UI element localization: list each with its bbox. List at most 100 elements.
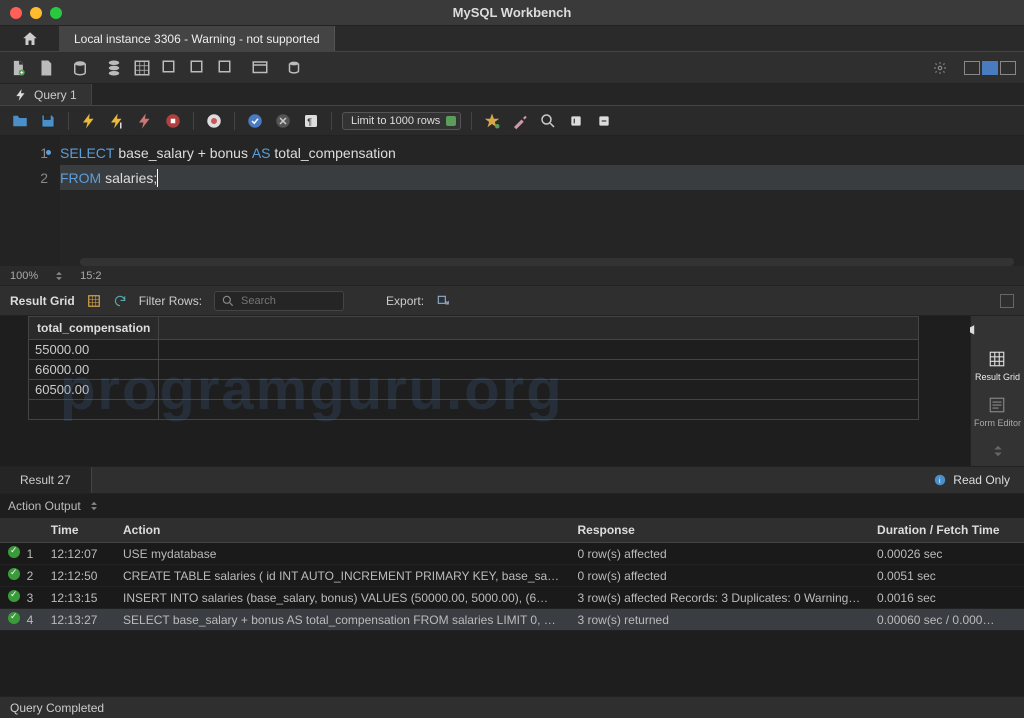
query-tab-label: Query 1 xyxy=(34,88,77,102)
result-toolbar-right-box[interactable] xyxy=(1000,294,1014,308)
save-icon xyxy=(39,112,57,130)
result-grid-icon[interactable] xyxy=(87,294,101,308)
find-button[interactable] xyxy=(510,111,530,131)
open-file-button[interactable] xyxy=(10,111,30,131)
filter-search-box[interactable] xyxy=(214,291,344,311)
status-bar: Query Completed xyxy=(0,696,1024,718)
action-row[interactable]: 1 12:12:07 USE mydatabase 0 row(s) affec… xyxy=(0,543,1024,565)
action-col-duration[interactable]: Duration / Fetch Time xyxy=(869,518,1024,543)
export-button[interactable] xyxy=(132,58,152,78)
toggle-autocommit-button[interactable] xyxy=(204,111,224,131)
grid-icon xyxy=(133,59,151,77)
search-icon xyxy=(539,112,557,130)
editor-gutter: 1 2 xyxy=(0,136,60,266)
open-sql-file-button[interactable] xyxy=(36,58,56,78)
layout-secondary-button[interactable] xyxy=(1000,61,1016,75)
toggle-panel1-button[interactable] xyxy=(566,111,586,131)
users-button[interactable] xyxy=(104,58,124,78)
action-row[interactable]: 4 12:13:27 SELECT base_salary + bonus AS… xyxy=(0,609,1024,631)
export-icon[interactable] xyxy=(436,294,450,308)
read-only-indicator: i Read Only xyxy=(933,473,1024,487)
query-tab[interactable]: Query 1 xyxy=(0,84,92,105)
panel-icon xyxy=(569,114,583,128)
commit-button[interactable] xyxy=(245,111,265,131)
zoom-window-button[interactable] xyxy=(50,7,62,19)
form-view-icon xyxy=(988,396,1006,414)
new-sql-tab-button[interactable] xyxy=(8,58,28,78)
action-row[interactable]: 2 12:12:50 CREATE TABLE salaries ( id IN… xyxy=(0,565,1024,587)
db-icon xyxy=(105,59,123,77)
zoom-updown-icon[interactable] xyxy=(52,269,66,283)
action-output-header: Action Output xyxy=(0,494,1024,518)
status-ok-icon xyxy=(8,612,20,624)
side-nav-button[interactable] xyxy=(989,442,1007,460)
execute-button[interactable] xyxy=(79,111,99,131)
stop-icon xyxy=(164,112,182,130)
result-column-header[interactable]: total_compensation xyxy=(29,317,159,340)
connection-tab[interactable]: Local instance 3306 - Warning - not supp… xyxy=(60,26,335,51)
minimize-window-button[interactable] xyxy=(30,7,42,19)
limit-rows-dropdown[interactable]: Limit to 1000 rows xyxy=(342,112,461,130)
query-tab-bar: Query 1 xyxy=(0,84,1024,106)
rollback-button[interactable] xyxy=(273,111,293,131)
panel2-icon xyxy=(597,114,611,128)
result-grid[interactable]: programguru.org total_compensation 55000… xyxy=(0,316,970,466)
settings-button[interactable] xyxy=(930,58,950,78)
refresh-icon[interactable] xyxy=(113,294,127,308)
result-tab[interactable]: Result 27 xyxy=(0,467,92,493)
stop-button[interactable] xyxy=(163,111,183,131)
action-col-status[interactable] xyxy=(0,518,43,543)
result-footer: Result 27 i Read Only xyxy=(0,466,1024,494)
status-ok-icon xyxy=(8,546,20,558)
side-form-editor-button[interactable]: Form Editor xyxy=(974,396,1021,428)
toggle-panel2-button[interactable] xyxy=(594,111,614,131)
toolbar-button-5[interactable] xyxy=(216,58,236,78)
toggle-invisible-button[interactable]: ¶ xyxy=(301,111,321,131)
table-row: 66000.00 xyxy=(29,360,919,380)
grid-view-icon xyxy=(988,350,1006,368)
editor-code[interactable]: SELECT base_salary + bonus AS total_comp… xyxy=(60,136,1024,266)
explain-button[interactable] xyxy=(135,111,155,131)
beautify-button[interactable] xyxy=(482,111,502,131)
home-tab[interactable] xyxy=(0,26,60,51)
export-label: Export: xyxy=(386,294,424,308)
server-logs-button[interactable] xyxy=(284,58,304,78)
data-import-button[interactable] xyxy=(160,58,180,78)
server-status-button[interactable] xyxy=(70,58,90,78)
cursor-position: 15:2 xyxy=(80,270,101,282)
action-row[interactable]: 3 12:13:15 INSERT INTO salaries (base_sa… xyxy=(0,587,1024,609)
chevron-updown-icon[interactable] xyxy=(87,499,101,513)
save-file-button[interactable] xyxy=(38,111,58,131)
zoom-level[interactable]: 100% xyxy=(10,270,38,282)
code-line-2: FROM salaries; xyxy=(60,165,1024,190)
action-col-action[interactable]: Action xyxy=(115,518,569,543)
search-button[interactable] xyxy=(538,111,558,131)
star-icon xyxy=(483,112,501,130)
filter-search-input[interactable] xyxy=(241,295,331,307)
data-export-button[interactable] xyxy=(188,58,208,78)
check-circle-icon xyxy=(246,112,264,130)
editor-scrollbar[interactable] xyxy=(80,258,1014,266)
sql-editor[interactable]: 1 2 SELECT base_salary + bonus AS total_… xyxy=(0,136,1024,266)
window-controls xyxy=(10,7,62,19)
layout-sidebar-button[interactable] xyxy=(964,61,980,75)
table-row: 60500.00 xyxy=(29,380,919,400)
status-ok-icon xyxy=(8,590,20,602)
side-result-grid-button[interactable]: Result Grid xyxy=(975,350,1020,382)
file-plus-icon xyxy=(9,59,27,77)
execute-current-button[interactable] xyxy=(107,111,127,131)
layout-output-button[interactable] xyxy=(982,61,998,75)
action-col-response[interactable]: Response xyxy=(570,518,870,543)
server-icon xyxy=(71,59,89,77)
editor-status-bar: 100% 15:2 xyxy=(0,266,1024,286)
gutter-line-1: 1 xyxy=(0,140,60,165)
table-row xyxy=(29,400,919,420)
commit-icon xyxy=(205,112,223,130)
action-output-label[interactable]: Action Output xyxy=(8,499,81,513)
dashboard-button[interactable] xyxy=(250,58,270,78)
action-col-time[interactable]: Time xyxy=(43,518,115,543)
gutter-line-2: 2 xyxy=(0,165,60,190)
lightning-explain-icon xyxy=(136,112,154,130)
close-window-button[interactable] xyxy=(10,7,22,19)
code-line-1: SELECT base_salary + bonus AS total_comp… xyxy=(60,140,1024,165)
